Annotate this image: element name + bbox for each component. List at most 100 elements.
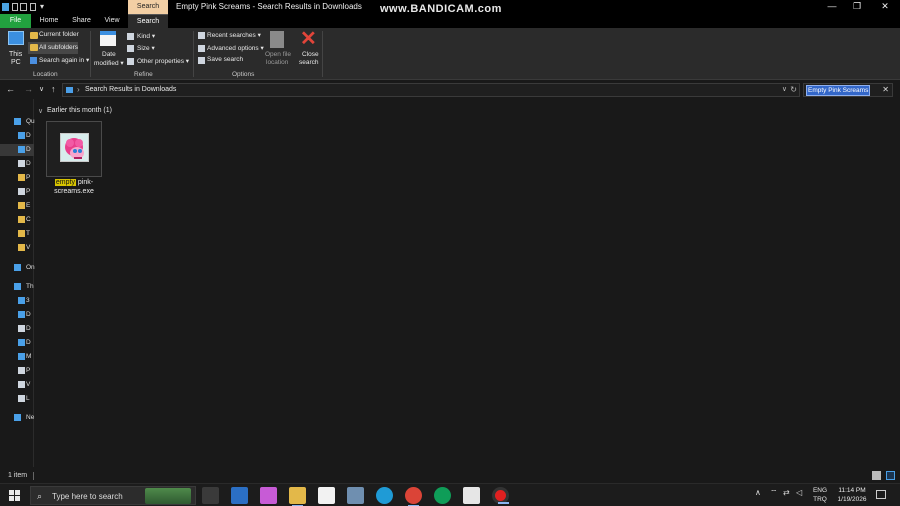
nav-item[interactable]: L [0,393,34,405]
tab-search[interactable]: Search [128,14,168,28]
volume-icon[interactable]: ◁ [796,488,802,497]
open-file-location-label-1[interactable]: Open file [265,51,291,58]
input-language[interactable]: ENG TRQ [810,486,830,504]
mail-icon[interactable] [231,487,248,504]
tab-view[interactable]: View [98,14,126,28]
current-folder-button[interactable]: Current folder [39,31,79,38]
breadcrumb-chevron-icon[interactable]: › [77,85,80,94]
nav-item[interactable]: E [0,200,34,212]
show-hidden-icons-icon[interactable]: ∧ [755,488,761,497]
nav-item[interactable]: P [0,186,34,198]
nav-item[interactable]: P [0,172,34,184]
taskbar-search-placeholder[interactable]: Type here to search [52,492,123,501]
nav-item-icon [18,339,25,346]
date-modified-label-2[interactable]: modified ▾ [94,59,124,67]
quick-access-caret-icon[interactable]: ▾ [40,2,44,11]
file-list[interactable]: ∨ Earlier this month (1) empty pink- scr… [35,99,900,467]
chrome-2-icon[interactable] [434,487,451,504]
chrome-icon[interactable] [405,487,422,506]
details-view-icon[interactable] [872,471,881,480]
file-name-label[interactable]: empty pink- screams.exe [45,178,103,196]
nav-item-label: P [26,188,31,195]
nav-item-label: D [26,146,31,153]
search-input[interactable]: Empty Pink Screams ✕ [803,83,893,97]
tab-share[interactable]: Share [67,14,96,28]
nav-item[interactable]: P [0,365,34,377]
this-pc-icon[interactable] [8,31,24,45]
navigation-pane[interactable]: Qu D D D P P E C T V On Th 3 D D D M P V L Ne [0,99,35,467]
nav-item[interactable]: M [0,351,34,363]
forward-arrow-icon[interactable]: → [24,84,33,94]
network-icon[interactable]: ⌔ [770,488,778,498]
this-pc-label-2[interactable]: PC [11,59,21,66]
task-view-icon[interactable] [202,487,219,504]
copilot-icon[interactable] [260,487,277,504]
clear-search-icon[interactable]: ✕ [882,85,889,94]
address-row: ← → ∨ ↑ › Search Results in Downloads ∨ … [0,81,900,99]
maximize-button[interactable]: ❐ [843,0,871,14]
open-file-location-label-2[interactable]: location [266,59,288,66]
properties-icon[interactable] [12,3,18,11]
this-pc-label-1[interactable]: This [9,51,22,58]
group-header[interactable]: Earlier this month (1) [47,107,112,114]
save-search-button[interactable]: Save search [207,56,243,63]
edge-icon[interactable] [376,487,393,504]
other-properties-button[interactable]: Other properties ▾ [137,57,189,65]
address-bar[interactable]: › Search Results in Downloads ∨ ↻ [62,83,800,97]
up-arrow-icon[interactable]: ↑ [51,84,56,94]
nav-item[interactable]: D [0,337,34,349]
address-dropdown-icon[interactable]: ∨ [782,85,787,93]
large-icons-view-icon[interactable] [886,471,895,480]
close-search-label-2[interactable]: search [299,59,319,66]
file-item[interactable] [46,121,102,177]
date-modified-label-1[interactable]: Date [102,51,116,58]
search-query-selected[interactable]: Empty Pink Screams [805,85,871,96]
close-search-label-1[interactable]: Close [302,51,319,58]
advanced-options-button[interactable]: Advanced options ▾ [207,44,264,52]
all-subfolders-button[interactable]: All subfolders [39,44,78,51]
taskbar-search-box[interactable]: ⌕ Type here to search [30,486,196,505]
nav-item-icon [18,174,25,181]
open-file-location-icon[interactable] [270,31,284,48]
nav-item[interactable]: Ne [0,412,34,424]
group-collapse-icon[interactable]: ∨ [38,107,43,115]
recent-searches-button[interactable]: Recent searches ▾ [207,31,261,39]
notifications-icon[interactable] [876,490,886,499]
kind-button[interactable]: Kind ▾ [137,32,155,40]
nav-item[interactable]: D [0,144,34,156]
nav-item[interactable]: T [0,228,34,240]
bandicam-record-icon[interactable] [492,487,509,504]
back-arrow-icon[interactable]: ← [6,84,15,94]
file-explorer-icon[interactable] [289,487,306,506]
nav-item[interactable]: D [0,158,34,170]
close-search-icon[interactable]: ✕ [300,29,317,49]
nav-item[interactable]: V [0,379,34,391]
app-white-icon[interactable] [463,487,480,504]
undo-icon[interactable] [30,3,36,11]
tab-home[interactable]: Home [33,14,65,28]
display-icon[interactable] [347,487,364,504]
windows-start-icon[interactable] [9,490,20,501]
nav-item[interactable]: On [0,262,35,274]
nav-item[interactable]: C [0,214,34,226]
date-modified-icon[interactable] [100,31,116,46]
address-path[interactable]: Search Results in Downloads [85,86,176,93]
search-again-in-button[interactable]: Search again in ▾ [39,56,89,64]
nav-item[interactable]: Th [0,281,34,293]
refresh-icon[interactable]: ↻ [790,85,797,94]
nav-item[interactable]: D [0,309,34,321]
close-window-button[interactable]: ✕ [871,0,899,14]
nav-item[interactable]: D [0,130,34,142]
nav-item[interactable]: V [0,242,34,254]
nav-item[interactable]: D [0,323,34,335]
keyboard-layout-icon[interactable]: ⇄ [783,488,790,497]
nav-item[interactable]: Qu [0,116,35,128]
minimize-button[interactable]: — [818,0,846,14]
clock[interactable]: 11:14 PM 1/19/2026 [834,486,870,504]
size-button[interactable]: Size ▾ [137,44,155,52]
recent-locations-chevron-icon[interactable]: ∨ [39,85,44,93]
new-folder-icon[interactable] [20,3,27,11]
nav-item[interactable]: 3 [0,295,34,307]
store-icon[interactable] [318,487,335,504]
tab-file[interactable]: File [0,14,31,28]
